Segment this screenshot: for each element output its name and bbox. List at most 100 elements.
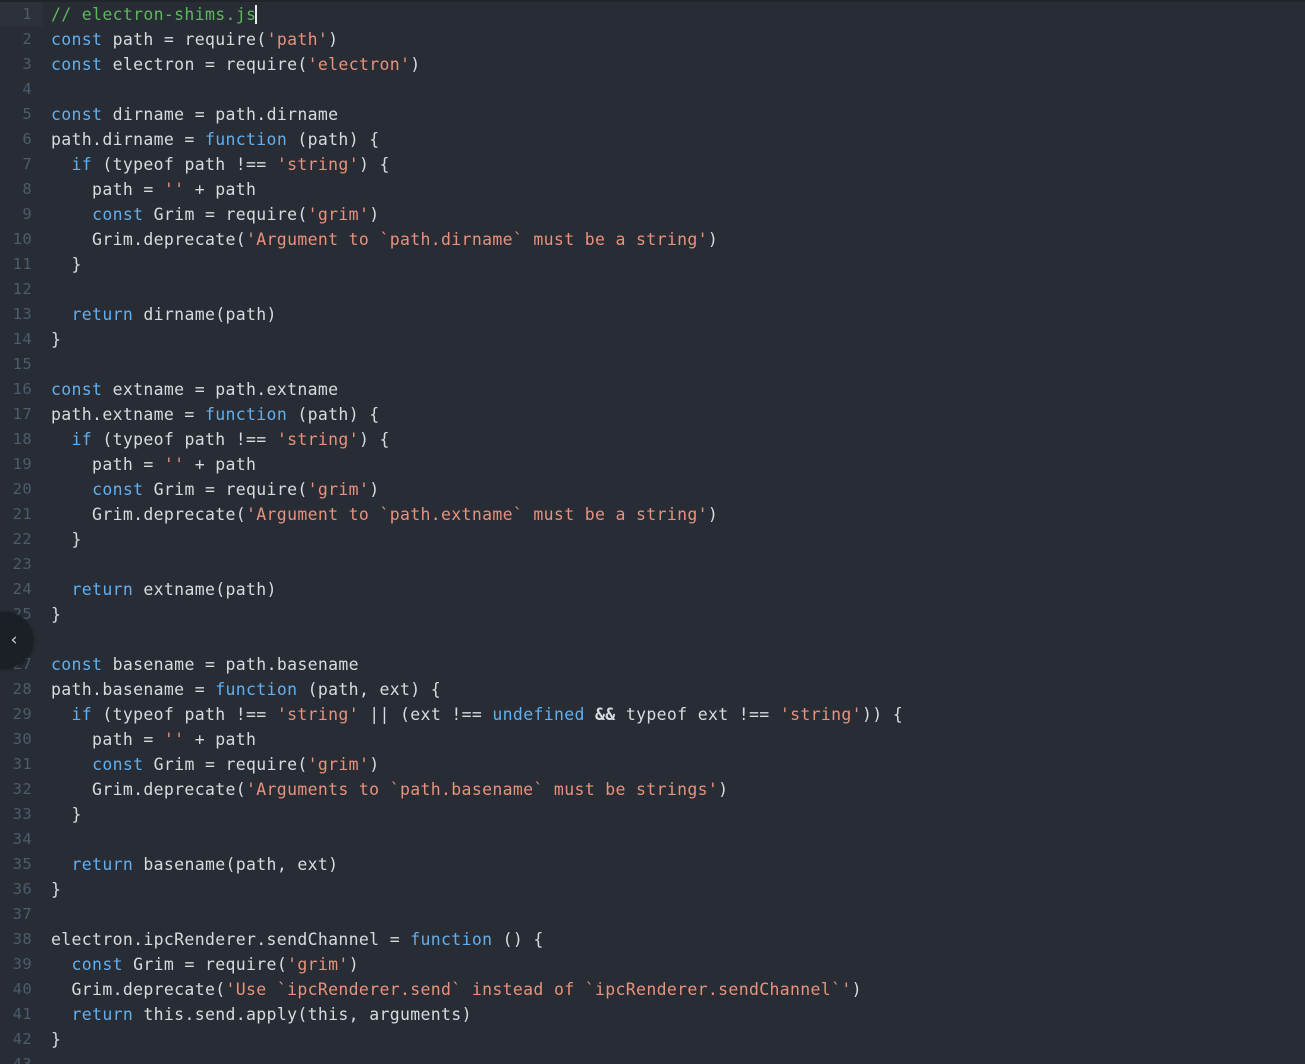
code-line[interactable]: 31 const Grim = require('grim') — [0, 752, 1305, 777]
code-editor[interactable]: 1// electron-shims.js 2 const path = requi… — [0, 0, 1305, 1064]
line-content[interactable] — [43, 552, 1305, 577]
line-content[interactable]: return dirname(path) — [43, 302, 1305, 327]
code-line[interactable]: 21 Grim.deprecate('Argument to `path.ext… — [0, 502, 1305, 527]
line-number[interactable]: 39 — [0, 952, 43, 977]
code-line[interactable]: 30 path = '' + path — [0, 727, 1305, 752]
line-number[interactable]: 22 — [0, 527, 43, 552]
line-number[interactable]: 36 — [0, 877, 43, 902]
code-line[interactable]: 17 path.extname = function (path) { — [0, 402, 1305, 427]
line-number[interactable]: 8 — [0, 177, 43, 202]
code-line[interactable]: 6 path.dirname = function (path) { — [0, 127, 1305, 152]
line-content[interactable]: path = '' + path — [43, 727, 1305, 752]
line-number[interactable]: 29 — [0, 702, 43, 727]
line-content[interactable]: // electron-shims.js — [43, 2, 1305, 27]
line-content[interactable]: electron.ipcRenderer.sendChannel = funct… — [43, 927, 1305, 952]
line-number[interactable]: 4 — [0, 77, 43, 102]
code-line[interactable]: 16 const extname = path.extname — [0, 377, 1305, 402]
line-number[interactable]: 43 — [0, 1052, 43, 1064]
line-number[interactable]: 35 — [0, 852, 43, 877]
code-line[interactable]: 3 const electron = require('electron') — [0, 52, 1305, 77]
line-number[interactable]: 11 — [0, 252, 43, 277]
line-number[interactable]: 34 — [0, 827, 43, 852]
line-number[interactable]: 14 — [0, 327, 43, 352]
line-content[interactable]: } — [43, 1027, 1305, 1052]
code-line[interactable]: 18 if (typeof path !== 'string') { — [0, 427, 1305, 452]
line-content[interactable]: if (typeof path !== 'string') { — [43, 427, 1305, 452]
line-content[interactable]: } — [43, 877, 1305, 902]
line-content[interactable] — [43, 277, 1305, 302]
line-content[interactable]: const Grim = require('grim') — [43, 202, 1305, 227]
code-line[interactable]: 39 const Grim = require('grim') — [0, 952, 1305, 977]
line-content[interactable]: Grim.deprecate('Arguments to `path.basen… — [43, 777, 1305, 802]
line-number[interactable]: 32 — [0, 777, 43, 802]
line-number[interactable]: 13 — [0, 302, 43, 327]
line-content[interactable]: path.extname = function (path) { — [43, 402, 1305, 427]
line-content[interactable]: } — [43, 802, 1305, 827]
code-line[interactable]: 9 const Grim = require('grim') — [0, 202, 1305, 227]
line-content[interactable]: } — [43, 527, 1305, 552]
code-line[interactable]: 38 electron.ipcRenderer.sendChannel = fun… — [0, 927, 1305, 952]
code-line[interactable]: 1 // electron-shims.js — [0, 2, 1305, 27]
line-number[interactable]: 23 — [0, 552, 43, 577]
line-number[interactable]: 16 — [0, 377, 43, 402]
code-line[interactable]: 26 — [0, 627, 1305, 652]
code-line[interactable]: 23 — [0, 552, 1305, 577]
code-line[interactable]: 29 if (typeof path !== 'string' || (ext … — [0, 702, 1305, 727]
code-line[interactable]: 12 — [0, 277, 1305, 302]
code-line[interactable]: 20 const Grim = require('grim') — [0, 477, 1305, 502]
code-line[interactable]: 22 } — [0, 527, 1305, 552]
code-line[interactable]: 28 path.basename = function (path, ext) { — [0, 677, 1305, 702]
line-content[interactable]: } — [43, 252, 1305, 277]
line-content[interactable]: const dirname = path.dirname — [43, 102, 1305, 127]
line-content[interactable]: path.dirname = function (path) { — [43, 127, 1305, 152]
line-content[interactable]: Grim.deprecate('Argument to `path.extnam… — [43, 502, 1305, 527]
line-number[interactable]: 3 — [0, 52, 43, 77]
line-number[interactable]: 2 — [0, 27, 43, 52]
line-content[interactable]: const extname = path.extname — [43, 377, 1305, 402]
line-number[interactable]: 38 — [0, 927, 43, 952]
line-content[interactable]: } — [43, 327, 1305, 352]
line-number[interactable]: 18 — [0, 427, 43, 452]
code-line[interactable]: 24 return extname(path) — [0, 577, 1305, 602]
line-content[interactable] — [43, 1052, 1305, 1064]
code-line[interactable]: 4 — [0, 77, 1305, 102]
code-line[interactable]: 8 path = '' + path — [0, 177, 1305, 202]
line-number[interactable]: 40 — [0, 977, 43, 1002]
code-line[interactable]: 11 } — [0, 252, 1305, 277]
line-number[interactable]: 19 — [0, 452, 43, 477]
line-number[interactable]: 28 — [0, 677, 43, 702]
line-content[interactable] — [43, 827, 1305, 852]
line-content[interactable]: path = '' + path — [43, 177, 1305, 202]
line-content[interactable] — [43, 902, 1305, 927]
line-number[interactable]: 6 — [0, 127, 43, 152]
code-line[interactable]: 33 } — [0, 802, 1305, 827]
line-content[interactable]: const Grim = require('grim') — [43, 477, 1305, 502]
code-line[interactable]: 19 path = '' + path — [0, 452, 1305, 477]
code-line[interactable]: 5 const dirname = path.dirname — [0, 102, 1305, 127]
line-content[interactable]: if (typeof path !== 'string' || (ext !==… — [43, 702, 1305, 727]
code-line[interactable]: 32 Grim.deprecate('Arguments to `path.ba… — [0, 777, 1305, 802]
code-line[interactable]: 27 const basename = path.basename — [0, 652, 1305, 677]
code-line[interactable]: 37 — [0, 902, 1305, 927]
code-line[interactable]: 13 return dirname(path) — [0, 302, 1305, 327]
line-content[interactable]: return basename(path, ext) — [43, 852, 1305, 877]
line-number[interactable]: 7 — [0, 152, 43, 177]
line-number[interactable]: 31 — [0, 752, 43, 777]
line-number[interactable]: 37 — [0, 902, 43, 927]
line-content[interactable] — [43, 627, 1305, 652]
line-content[interactable]: const Grim = require('grim') — [43, 952, 1305, 977]
line-content[interactable]: Grim.deprecate('Argument to `path.dirnam… — [43, 227, 1305, 252]
line-number[interactable]: 1 — [0, 2, 43, 27]
line-content[interactable]: const basename = path.basename — [43, 652, 1305, 677]
code-line[interactable]: 36} — [0, 877, 1305, 902]
line-number[interactable]: 9 — [0, 202, 43, 227]
line-number[interactable]: 30 — [0, 727, 43, 752]
code-line[interactable]: 34 — [0, 827, 1305, 852]
line-number[interactable]: 10 — [0, 227, 43, 252]
line-content[interactable]: Grim.deprecate('Use `ipcRenderer.send` i… — [43, 977, 1305, 1002]
code-line[interactable]: 40 Grim.deprecate('Use `ipcRenderer.send… — [0, 977, 1305, 1002]
code-line[interactable]: 14} — [0, 327, 1305, 352]
code-line[interactable]: 2 const path = require('path') — [0, 27, 1305, 52]
line-number[interactable]: 24 — [0, 577, 43, 602]
line-content[interactable]: const Grim = require('grim') — [43, 752, 1305, 777]
